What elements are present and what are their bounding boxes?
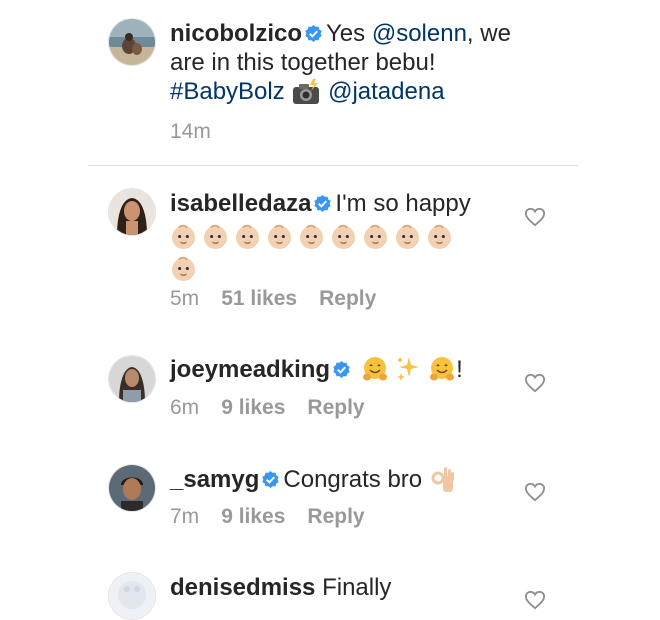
heart-icon[interactable]: [524, 590, 546, 610]
verified-badge-icon: [262, 470, 280, 489]
hashtag-babybolz[interactable]: #BabyBolz: [170, 78, 285, 105]
baby-face-icon: [331, 224, 356, 250]
username[interactable]: isabelledaza: [170, 190, 311, 217]
comment-text: joeymeadking !: [170, 355, 515, 384]
avatar[interactable]: [108, 188, 156, 236]
comment-body-end: !: [456, 356, 463, 383]
mention-solenn[interactable]: @solenn: [372, 20, 467, 47]
likes-count[interactable]: 9 likes: [221, 505, 285, 528]
comment-text: nicobolzico Yes @solenn, we are in this t…: [170, 19, 515, 106]
verified-badge-icon: [333, 360, 350, 379]
username[interactable]: _samyg: [170, 466, 259, 493]
ok-hand-icon: [431, 467, 454, 492]
timestamp: 6m: [170, 396, 200, 419]
comment-text: _samyg Congrats bro: [170, 465, 515, 494]
username[interactable]: nicobolzico: [170, 20, 302, 47]
timestamp: 7m: [170, 505, 200, 528]
comment-text: isabelledaza I'm so happy: [170, 189, 515, 286]
comment-text: denisedmiss Finally: [170, 573, 515, 602]
sparkles-icon: [397, 357, 420, 381]
verified-badge-icon: [305, 24, 322, 43]
comment-body: I'm so happy: [335, 190, 471, 217]
heart-icon[interactable]: [524, 373, 546, 393]
avatar[interactable]: [108, 464, 156, 512]
likes-count[interactable]: 51 likes: [221, 287, 297, 310]
username[interactable]: denisedmiss: [170, 574, 315, 601]
reply-button[interactable]: Reply: [307, 396, 364, 419]
baby-face-icon: [235, 224, 260, 250]
camera-with-flash-icon: [293, 79, 320, 104]
timestamp: 5m: [170, 287, 200, 310]
mention-jatadena[interactable]: @jatadena: [328, 78, 444, 105]
baby-emoji-row: [170, 222, 515, 286]
username[interactable]: joeymeadking: [170, 356, 330, 383]
heart-icon[interactable]: [524, 482, 546, 502]
baby-face-icon: [267, 224, 292, 250]
likes-count[interactable]: 9 likes: [221, 396, 285, 419]
baby-face-icon: [203, 224, 228, 250]
comment-meta: 6m 9 likes Reply: [170, 396, 387, 420]
baby-face-icon: [171, 224, 196, 250]
baby-face-icon: [395, 224, 420, 250]
timestamp: 14m: [170, 120, 211, 143]
avatar[interactable]: [108, 355, 156, 403]
comment-body: Congrats bro: [283, 466, 423, 493]
baby-face-icon: [427, 224, 452, 250]
comment-meta: 14m: [170, 120, 233, 144]
hugging-face-icon: [430, 357, 455, 381]
reply-button[interactable]: Reply: [307, 505, 364, 528]
reply-button[interactable]: Reply: [319, 287, 376, 310]
comment-body-start: Yes: [326, 20, 372, 47]
baby-face-icon: [171, 256, 196, 282]
hugging-face-icon: [362, 357, 387, 381]
baby-face-icon: [363, 224, 388, 250]
verified-badge-icon: [314, 194, 332, 213]
avatar[interactable]: [108, 18, 156, 66]
baby-face-icon: [299, 224, 324, 250]
comment-meta: 7m 9 likes Reply: [170, 505, 387, 529]
comment-meta: 5m 51 likes Reply: [170, 287, 398, 311]
divider: [88, 165, 578, 166]
avatar[interactable]: [108, 572, 156, 620]
comment-body: Finally: [322, 574, 392, 601]
heart-icon[interactable]: [524, 207, 546, 227]
